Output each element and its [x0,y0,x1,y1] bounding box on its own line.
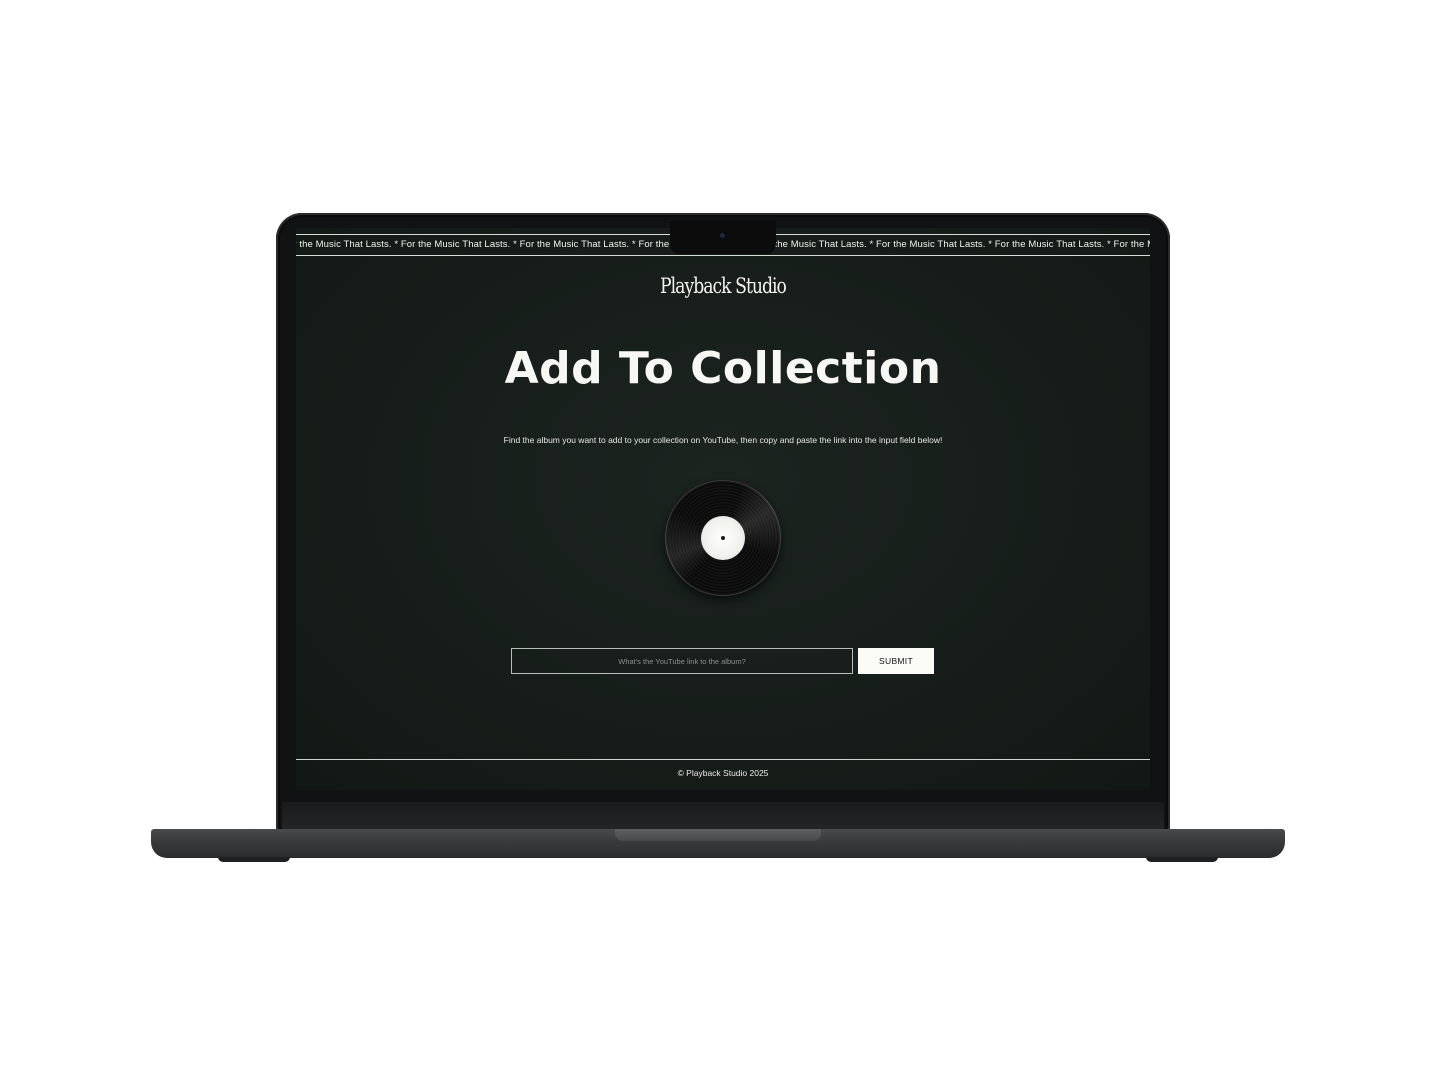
site-logo[interactable]: Playback Studio [373,274,1073,298]
browser-screen: or the Music That Lasts. * For the Music… [296,228,1150,790]
page-instructions: Find the album you want to add to your c… [503,435,943,445]
page-title: Add To Collection [504,343,942,394]
vinyl-spindle-hole [721,536,725,540]
camera-icon [720,233,725,238]
footer-divider [296,759,1150,760]
youtube-link-input[interactable] [511,648,853,674]
submit-button[interactable]: SUBMIT [858,648,934,674]
laptop-hinge [282,802,1164,830]
laptop-opening-notch [615,829,821,841]
laptop-foot-left [218,857,290,862]
vinyl-record-icon [665,480,781,596]
footer-copyright: © Playback Studio 2025 [677,768,769,778]
laptop-mockup: or the Music That Lasts. * For the Music… [0,0,1436,1077]
laptop-foot-right [1146,857,1218,862]
